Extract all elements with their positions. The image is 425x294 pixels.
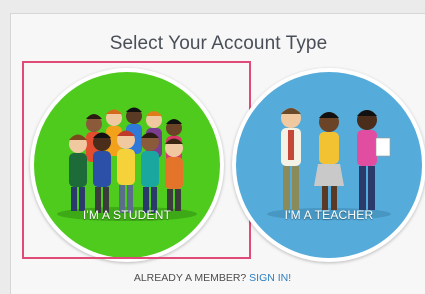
teacher-label: I'M A TEACHER [284,208,374,222]
sign-in-prompt: ALREADY A MEMBER? SIGN IN! [0,272,425,284]
student-label: I'M A STUDENT [82,208,172,222]
student-option[interactable]: I'M A STUDENT [30,68,224,262]
students-illustration [57,107,197,221]
teachers-illustration [267,108,391,220]
teacher-option[interactable]: I'M A TEACHER [232,68,425,262]
page-title: Select Your Account Type [109,33,328,54]
member-text: ALREADY A MEMBER? [133,272,247,284]
sign-in-link[interactable]: SIGN IN! [249,272,291,284]
